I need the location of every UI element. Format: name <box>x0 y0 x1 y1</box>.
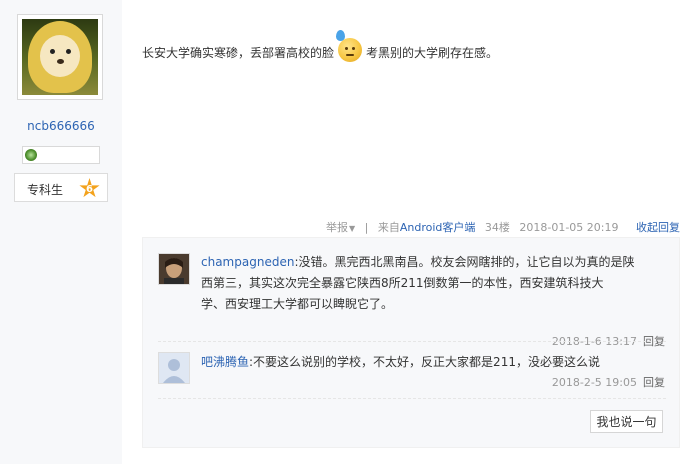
source-client-link[interactable]: Android客户端 <box>400 221 476 234</box>
comment-divider <box>158 341 666 342</box>
avatar-image <box>22 19 98 95</box>
sweat-emoji-icon <box>336 30 363 62</box>
post-meta: 举报▼ | 来自Android客户端 34楼 2018-01-05 20:19 … <box>314 219 680 235</box>
post-content: 长安大学确实寒碜，丢部署高校的脸 考黑别的大学刷存在感。 <box>142 30 499 62</box>
comment-panel: champagneden:没错。黑完西北黑南昌。校友会网瞎排的，让它自以为真的是… <box>142 237 680 448</box>
comment-body: 吧沸腾鱼:不要这么说别的学校，不太好，反正大家都是211，没必要这么说 <box>201 352 600 373</box>
report-button[interactable]: 举报▼ <box>320 221 355 234</box>
meta-separator: | <box>364 221 369 234</box>
post-text-part2: 考黑别的大学刷存在感。 <box>366 46 499 60</box>
badge-icon <box>25 149 37 161</box>
comment-footer: 2018-2-5 19:05 回复 <box>552 374 665 390</box>
comment-username[interactable]: 吧沸腾鱼 <box>201 355 249 369</box>
post-datetime: 2018-01-05 20:19 <box>519 221 619 234</box>
user-level[interactable]: 专科生 6 <box>14 173 108 202</box>
author-avatar[interactable] <box>17 14 103 100</box>
comment-username[interactable]: champagneden <box>201 255 294 269</box>
comment-text-line: :不要这么说别的学校，不太好，反正大家都是211，没必要这么说 <box>249 355 600 369</box>
comment-avatar[interactable] <box>158 352 190 384</box>
comment-avatar[interactable] <box>158 253 190 285</box>
post-text-part1: 长安大学确实寒碜，丢部署高校的脸 <box>142 46 335 60</box>
comment-text-line: 西第三，其实这次完全暴露它陕西8所211倒数第一的本性，西安建筑科技大 <box>201 276 604 290</box>
author-sidebar: ncb666666 专科生 6 <box>0 0 122 464</box>
collapse-reply-button[interactable]: 收起回复 <box>636 221 680 234</box>
member-badge[interactable] <box>22 146 100 164</box>
author-username[interactable]: ncb666666 <box>0 119 122 133</box>
comment-time: 2018-2-5 19:05 <box>551 376 637 389</box>
comment-text-line: :没错。黑完西北黑南昌。校友会网瞎排的，让它自以为真的是陕 <box>294 255 635 269</box>
comment-body: champagneden:没错。黑完西北黑南昌。校友会网瞎排的，让它自以为真的是… <box>201 252 634 315</box>
caret-down-icon: ▼ <box>348 224 356 233</box>
floor-number: 34楼 <box>484 221 510 234</box>
level-star-icon: 6 <box>79 178 100 198</box>
comment-divider <box>158 398 666 399</box>
level-title: 专科生 <box>27 183 64 197</box>
source-prefix: 来自 <box>377 221 400 234</box>
comment-reply-button[interactable]: 回复 <box>643 376 665 389</box>
comment-text-line: 学、西安理工大学都可以睥睨它了。 <box>201 297 394 311</box>
say-something-button[interactable]: 我也说一句 <box>590 410 663 433</box>
